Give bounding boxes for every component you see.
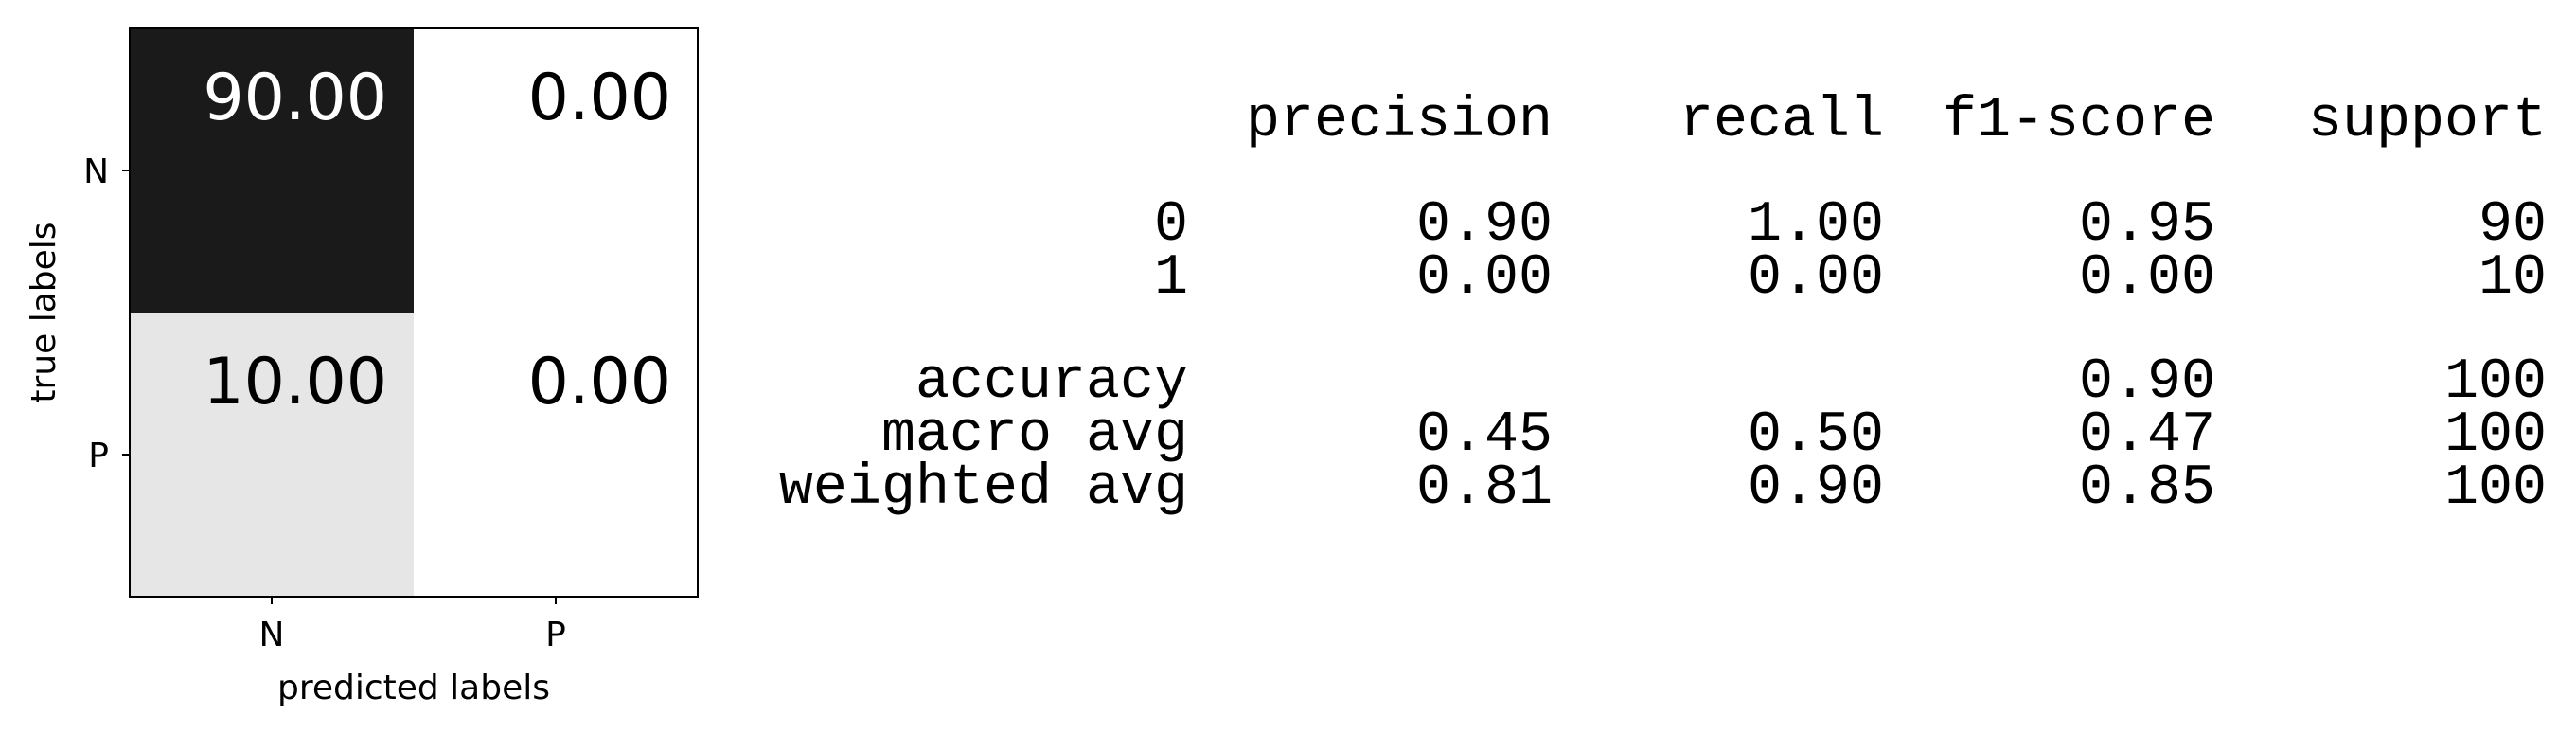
report-cell: 100	[2443, 350, 2547, 415]
report-cell: macro avg	[880, 403, 1188, 468]
y-tick-label: N	[83, 152, 109, 191]
x-tick-label: N	[259, 616, 285, 654]
report-cell: 1.00	[1747, 193, 1884, 258]
report-cell: 0.81	[1415, 456, 1553, 521]
report-summary-row: accuracy 0.90 100	[738, 350, 2547, 415]
report-cell	[1553, 356, 1884, 409]
report-cell: support	[2307, 89, 2547, 153]
y-axis-label: true labels	[25, 222, 63, 402]
report-cell: precision	[1245, 89, 1553, 153]
report-cell: 0.47	[2078, 403, 2215, 468]
report-summary-row: macro avg 0.45 0.50 0.47 100	[738, 403, 2547, 468]
report-cell: recall	[1679, 89, 1884, 153]
report-cell: 1	[1153, 246, 1188, 311]
report-cell: 0.00	[1747, 246, 1884, 311]
report-cell: 10	[2478, 246, 2547, 311]
report-cell: 0.95	[2078, 193, 2215, 258]
report-cell: weighted avg	[778, 456, 1188, 521]
report-cell: 100	[2443, 456, 2547, 521]
x-tick-label: P	[545, 616, 566, 654]
cm-cell-value-1-1: 0.00	[528, 345, 671, 420]
cm-cell-value-0-1: 0.00	[528, 61, 671, 135]
report-header-row: precision recall f1-score support	[738, 89, 2547, 153]
report-cell: f1-score	[1942, 89, 2215, 153]
report-cell: 0.00	[2078, 246, 2215, 311]
report-cell	[1188, 356, 1553, 409]
report-cell: 0.50	[1747, 403, 1884, 468]
report-summary-row: weighted avg 0.81 0.90 0.85 100	[738, 456, 2547, 521]
report-cell	[738, 95, 1188, 148]
report-class-row: 1 0.00 0.00 0.00 10	[738, 246, 2547, 311]
report-cell: 0.90	[1415, 193, 1553, 258]
report-cell: 0	[1153, 193, 1188, 258]
report-cell: 0.00	[1415, 246, 1553, 311]
cm-cell-value-0-0: 90.00	[203, 61, 387, 135]
x-axis-label: predicted labels	[277, 669, 550, 707]
classification-report: precision recall f1-score support 0 0.90 1.00 0…	[738, 89, 2547, 521]
report-cell: 0.90	[1747, 456, 1884, 521]
y-tick-label: P	[88, 437, 109, 475]
report-cell: 0.85	[2078, 456, 2215, 521]
report-cell: 90	[2478, 193, 2547, 258]
report-cell: accuracy	[915, 350, 1188, 415]
report-cell: 0.90	[2078, 350, 2215, 415]
confusion-matrix: 90.00 0.00 10.00 0.00 N P N P predicted labels…	[25, 27, 699, 707]
cm-cell-value-1-0: 10.00	[203, 345, 387, 420]
report-class-row: 0 0.90 1.00 0.95 90	[738, 193, 2547, 258]
report-cell: 100	[2443, 403, 2547, 468]
report-cell: 0.45	[1415, 403, 1553, 468]
